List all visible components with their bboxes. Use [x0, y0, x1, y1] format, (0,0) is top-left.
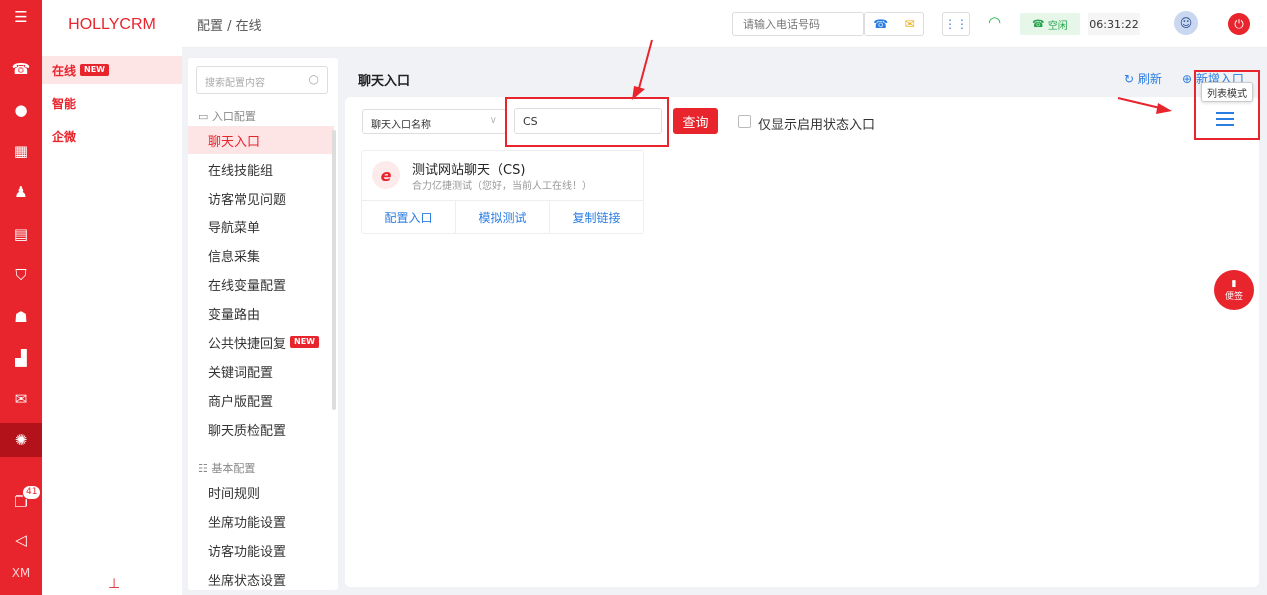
- transfer-chat-icon[interactable]: ✉: [905, 17, 915, 31]
- module-wecom[interactable]: 企微: [42, 122, 182, 150]
- gear-icon[interactable]: ✺: [0, 423, 42, 457]
- new-tag: NEW: [80, 64, 109, 76]
- dialpad-icon[interactable]: ⋮⋮: [942, 12, 970, 36]
- only-enabled-label: 仅显示启用状态入口: [758, 118, 876, 133]
- submenu-item-time-rules[interactable]: 时间规则: [188, 478, 334, 506]
- top-bar: 配置 / 在线 ☎ ✉ ⋮⋮ ◠ ☎ 空闲 06:31:22 ☺ ⏻: [182, 0, 1267, 48]
- module-online[interactable]: 在线 NEW: [42, 56, 182, 84]
- breadcrumb: 配置 / 在线: [197, 19, 262, 34]
- call-controls: ☎ ✉: [864, 12, 924, 36]
- collapse-handle-icon[interactable]: ⊥: [108, 576, 120, 592]
- group-title-label: 入口配置: [211, 110, 256, 123]
- search-placeholder: 搜索配置内容: [205, 78, 265, 89]
- comment-icon[interactable]: ✉: [0, 382, 42, 416]
- agent-status-badge[interactable]: ☎ 空闲: [1020, 13, 1080, 35]
- grid-icon[interactable]: ▦: [0, 134, 42, 168]
- bookmark-icon: ▮: [1231, 278, 1237, 289]
- only-enabled-checkbox[interactable]: [738, 115, 751, 128]
- sticky-note-label: 便签: [1224, 291, 1243, 302]
- app-logo: HOLLYCRM: [68, 16, 156, 33]
- submenu-item-variable-route[interactable]: 变量路由: [188, 299, 334, 327]
- module-label: 企微: [52, 129, 77, 144]
- simulate-test-button[interactable]: 模拟测试: [456, 201, 550, 234]
- submenu-item-agent-settings[interactable]: 坐席功能设置: [188, 507, 334, 535]
- clipboard-icon[interactable]: ▤: [0, 217, 42, 251]
- module-nav: HOLLYCRM 在线 NEW 智能 企微 ⊥: [42, 0, 182, 595]
- new-tag: NEW: [290, 336, 319, 348]
- submenu-item-variables[interactable]: 在线变量配置: [188, 270, 334, 298]
- sticky-note-button[interactable]: ▮ 便签: [1214, 270, 1254, 310]
- chat-icon[interactable]: ●: [0, 93, 42, 127]
- refresh-label: 刷新: [1137, 72, 1162, 86]
- entry-card-title: 测试网站聊天（CS): [412, 163, 526, 178]
- status-timer: 06:31:22: [1088, 13, 1140, 35]
- rail-bottom-label: XM: [11, 566, 31, 580]
- submenu-item-quick-reply[interactable]: 公共快捷回复 NEW: [188, 328, 334, 356]
- robot-icon[interactable]: ☗: [0, 300, 42, 334]
- browser-e-icon: e: [372, 161, 400, 189]
- submenu-item-info-collect[interactable]: 信息采集: [188, 241, 334, 269]
- chevron-down-icon: ∨: [489, 115, 497, 126]
- filter-select[interactable]: 聊天入口名称 ∨: [362, 109, 506, 134]
- submenu-item-nav-menu[interactable]: 导航菜单: [188, 212, 334, 240]
- module-smart[interactable]: 智能: [42, 89, 182, 117]
- submenu-item-visitor-settings[interactable]: 访客功能设置: [188, 536, 334, 564]
- entry-card: e 测试网站聊天（CS) 合力亿捷测试（您好，当前人工在线！） 配置入口 模拟测…: [361, 150, 644, 234]
- icon-rail: ☰ ☎ ● ▦ ♟ ▤ ⛉ ☗ ▟ ✉ ✺ ❐ 41 ◁ XM: [0, 0, 42, 595]
- module-label: 智能: [52, 96, 77, 111]
- filter-select-value: 聊天入口名称: [371, 120, 431, 131]
- highlight-box-search: [505, 97, 669, 147]
- module-label: 在线: [52, 63, 77, 78]
- submenu-item-faq[interactable]: 访客常见问题: [188, 184, 334, 212]
- config-submenu: 搜索配置内容 ○ ▭ 入口配置 聊天入口 在线技能组 访客常见问题 导航菜单 信…: [188, 58, 338, 590]
- avatar[interactable]: ☺: [1174, 11, 1198, 35]
- dial-phone-icon[interactable]: ☎: [873, 17, 888, 31]
- notification-badge: 41: [22, 485, 42, 500]
- power-icon[interactable]: ⏻: [1228, 13, 1250, 35]
- submenu-scrollbar[interactable]: [332, 130, 336, 410]
- bar-chart-icon[interactable]: ▟: [0, 341, 42, 375]
- configure-entry-button[interactable]: 配置入口: [362, 201, 456, 234]
- copy-link-button[interactable]: 复制链接: [550, 201, 643, 234]
- search-icon[interactable]: ○: [309, 72, 319, 86]
- submenu-item-chat-entry[interactable]: 聊天入口: [188, 126, 334, 154]
- refresh-button[interactable]: ↻ 刷新: [1124, 70, 1162, 87]
- submenu-item-qa[interactable]: 聊天质检配置: [188, 415, 334, 443]
- query-button[interactable]: 查询: [673, 108, 718, 134]
- wifi-icon: ◠: [988, 13, 1002, 31]
- submenu-item-skill-group[interactable]: 在线技能组: [188, 155, 334, 183]
- group-title-basic: ☷ 基本配置: [198, 462, 256, 475]
- user-icon[interactable]: ♟: [0, 175, 42, 209]
- group-title-label: 基本配置: [211, 462, 256, 475]
- agent-status-label: 空闲: [1047, 20, 1068, 32]
- menu-icon[interactable]: ☰: [0, 0, 42, 34]
- highlight-box-list-mode: [1194, 70, 1260, 140]
- page-title: 聊天入口: [358, 74, 411, 89]
- submenu-item-label: 公共快捷回复: [208, 336, 287, 352]
- megaphone-icon[interactable]: ◁: [0, 523, 42, 557]
- submenu-item-agent-status[interactable]: 坐席状态设置: [188, 565, 334, 590]
- entry-card-subtitle: 合力亿捷测试（您好，当前人工在线！）: [412, 181, 592, 192]
- submenu-item-keywords[interactable]: 关键词配置: [188, 357, 334, 385]
- submenu-item-merchant[interactable]: 商户版配置: [188, 386, 334, 414]
- config-search-input[interactable]: 搜索配置内容 ○: [196, 66, 328, 94]
- shield-icon[interactable]: ⛉: [0, 258, 42, 292]
- entry-card-actions: 配置入口 模拟测试 复制链接: [362, 200, 643, 234]
- phone-icon[interactable]: ☎: [0, 52, 42, 86]
- group-title-entry: ▭ 入口配置: [198, 110, 256, 123]
- phone-number-input[interactable]: [732, 12, 864, 36]
